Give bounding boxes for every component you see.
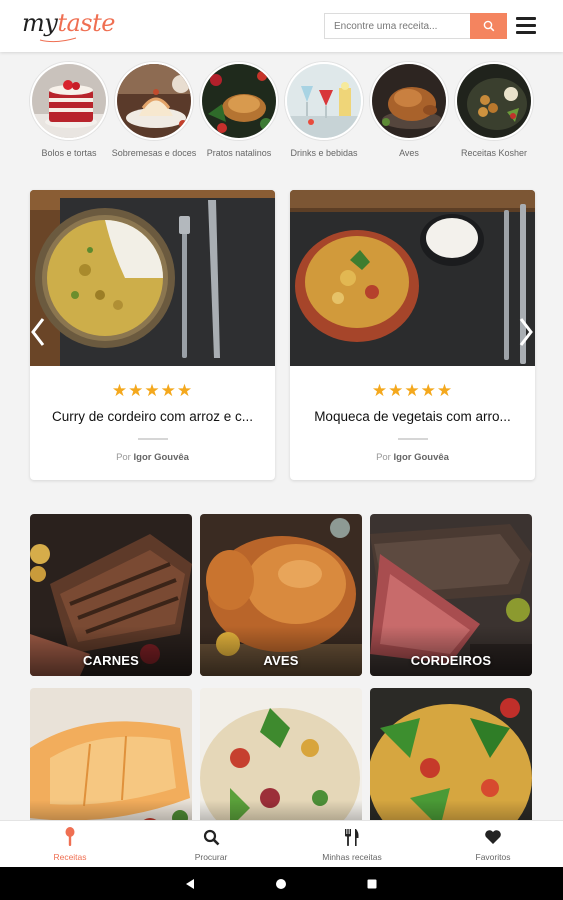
recipe-image-curry (30, 190, 275, 366)
category-image-cake (30, 62, 108, 140)
nav-procurar[interactable]: Procurar (141, 821, 281, 868)
star-rating: ★★★★★ (371, 381, 454, 400)
category-image-dessert (115, 62, 193, 140)
category-image-drinks (285, 62, 363, 140)
tile-aves[interactable]: AVES (200, 514, 362, 676)
author-prefix: Por (376, 452, 391, 463)
back-icon (186, 878, 194, 889)
recipe-image-moqueca (290, 190, 535, 366)
home-icon (276, 878, 286, 889)
tile-shade (200, 626, 362, 676)
search-icon (483, 20, 494, 32)
tile-label: CARNES (82, 653, 140, 668)
recipe-author: Por Igor Gouvêa (290, 452, 535, 463)
author-name: Igor Gouvêa (393, 452, 449, 463)
spoon-icon (65, 827, 75, 846)
search-input[interactable] (325, 14, 470, 38)
category-drinks-e-bebidas[interactable]: Drinks e bebidas (279, 62, 369, 159)
app-header: mytaste (0, 0, 563, 52)
tile-label: CORDEIROS (410, 653, 492, 668)
category-image-christmas (200, 62, 278, 140)
star-rating: ★★★★★ (111, 381, 194, 400)
home-button[interactable] (261, 867, 301, 900)
recents-button[interactable] (352, 867, 392, 900)
tile-label: AVES (263, 653, 299, 668)
bottom-navigation: Receitas Procurar Minhas receitas Favori… (0, 820, 563, 867)
author-name: Igor Gouvêa (133, 452, 189, 463)
category-label: Receitas Kosher (460, 148, 528, 158)
recipe-card-curry[interactable]: ★★★★★ Curry de cordeiro com arroz e c...… (30, 190, 275, 480)
heart-icon (485, 830, 501, 844)
recipe-card-moqueca[interactable]: ★★★★★ Moqueca de vegetais com arro... Po… (290, 190, 535, 480)
search-button[interactable] (470, 13, 507, 39)
logo-text-taste: taste (57, 9, 115, 37)
search-bar (324, 13, 507, 39)
tile-shade (370, 626, 532, 676)
category-sobremesas-e-doces[interactable]: Sobremesas e doces (109, 62, 199, 159)
app-logo[interactable]: mytaste (22, 9, 115, 37)
category-label: Bolos e tortas (41, 148, 97, 158)
category-label: Sobremesas e doces (111, 148, 197, 158)
tile-cordeiros[interactable]: CORDEIROS (370, 514, 532, 676)
card-divider (397, 438, 428, 440)
category-carousel: Bolos e tortas Sobremesas e doces Pratos… (0, 62, 563, 174)
category-pratos-natalinos[interactable]: Pratos natalinos (194, 62, 284, 159)
fork-knife-icon (345, 828, 359, 846)
tile-shade (30, 626, 192, 676)
nav-label: Procurar (194, 852, 228, 862)
author-prefix: Por (116, 452, 131, 463)
category-image-kosher (455, 62, 533, 140)
nav-minhas-receitas[interactable]: Minhas receitas (282, 821, 422, 868)
category-label: Drinks e bebidas (290, 148, 358, 158)
recents-icon (367, 879, 377, 888)
category-receitas-kosher[interactable]: Receitas Kosher (449, 62, 539, 159)
nav-favoritos[interactable]: Favoritos (423, 821, 563, 868)
card-divider (137, 438, 168, 440)
android-system-bar (0, 867, 563, 900)
recipe-title: Moqueca de vegetais com arro... (314, 409, 511, 424)
category-image-poultry (370, 62, 448, 140)
nav-label: Receitas (53, 852, 87, 862)
carousel-prev-arrow-icon[interactable] (30, 316, 46, 348)
back-button[interactable] (170, 867, 210, 900)
hamburger-menu-icon[interactable] (516, 17, 536, 34)
category-label: Pratos natalinos (206, 148, 272, 158)
category-label: Aves (399, 148, 419, 158)
category-aves[interactable]: Aves (364, 62, 454, 159)
nav-label: Favoritos (475, 852, 511, 862)
nav-receitas[interactable]: Receitas (0, 821, 140, 868)
recipe-title: Curry de cordeiro com arroz e c... (51, 409, 254, 424)
recipe-author: Por Igor Gouvêa (30, 452, 275, 463)
category-bolos-e-tortas[interactable]: Bolos e tortas (24, 62, 114, 159)
tile-carnes[interactable]: CARNES (30, 514, 192, 676)
logo-swoosh-icon (39, 37, 77, 43)
carousel-next-arrow-icon[interactable] (518, 316, 534, 348)
logo-text-my: my (22, 9, 58, 37)
search-icon (203, 829, 219, 845)
nav-label: Minhas receitas (322, 852, 382, 862)
